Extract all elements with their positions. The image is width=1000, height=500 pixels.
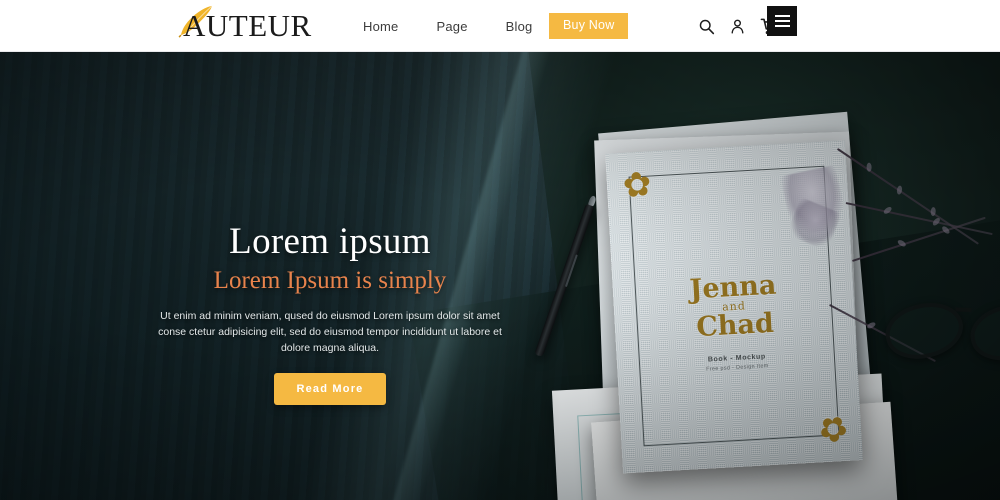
read-more-button[interactable]: Read More xyxy=(274,373,386,405)
search-icon[interactable] xyxy=(698,18,715,35)
burger-bar-3 xyxy=(774,25,790,27)
nav-item-home[interactable]: Home xyxy=(344,19,417,34)
buy-now-button[interactable]: Buy Now xyxy=(549,13,629,39)
site-header: AUTEUR Home Page Blog Contact Buy Now 0 xyxy=(0,0,1000,52)
hamburger-menu-icon[interactable] xyxy=(767,6,797,36)
site-logo[interactable]: AUTEUR xyxy=(178,4,311,46)
nav-item-page[interactable]: Page xyxy=(417,19,486,34)
hero-subtitle: Lorem Ipsum is simply xyxy=(213,267,447,294)
hero-text-block: Lorem ipsum Lorem Ipsum is simply Ut eni… xyxy=(140,220,520,405)
burger-bar-1 xyxy=(774,15,790,17)
hero-paragraph: Ut enim ad minim veniam, qused do eiusmo… xyxy=(158,310,502,354)
user-icon[interactable] xyxy=(729,18,746,35)
burger-bar-2 xyxy=(774,20,790,22)
logo-text: AUTEUR xyxy=(183,8,312,43)
hero-title: Lorem ipsum xyxy=(229,221,431,262)
hero-section: ✿ ✿ Jenna and Chad Book - Mockup Free ps… xyxy=(0,52,1000,500)
nav-item-blog[interactable]: Blog xyxy=(487,19,552,34)
